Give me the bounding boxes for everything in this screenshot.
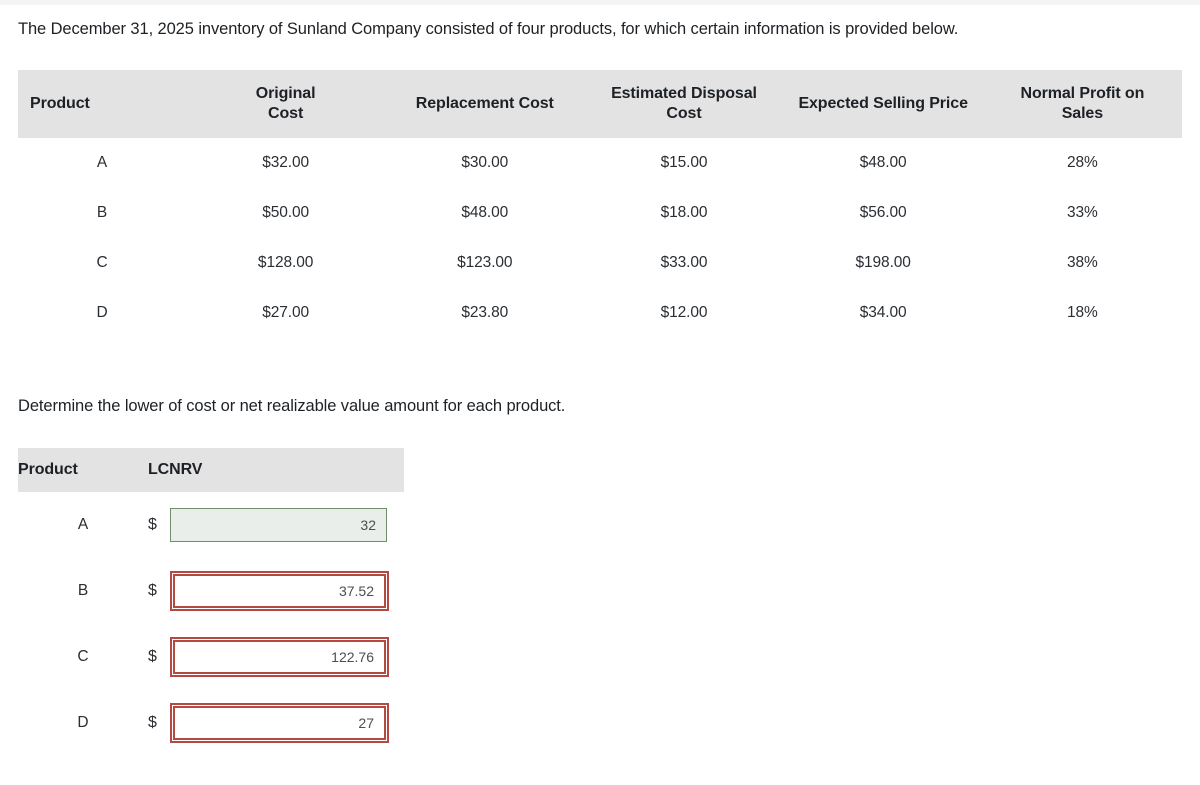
column-header-disposal-cost-line2: Cost: [666, 105, 702, 122]
lcnrv-input-product-c[interactable]: [170, 637, 389, 677]
lcnrv-input-product-d[interactable]: [170, 703, 389, 743]
product-data-table-body: A $32.00 $30.00 $15.00 $48.00 28% B $50.…: [18, 138, 1182, 338]
cell-selling-price: $34.00: [859, 304, 907, 321]
intro-paragraph: The December 31, 2025 inventory of Sunla…: [18, 20, 959, 38]
lcnrv-field-row: $: [148, 571, 404, 611]
column-header-product: Product: [18, 70, 186, 138]
table-row: C $128.00 $123.00 $33.00 $198.00 38%: [18, 238, 1182, 288]
cell-lcnrv-entry: $: [148, 558, 404, 624]
lcnrv-answer-table: Product LCNRV A $ B: [18, 448, 404, 756]
column-header-normal-profit-line1: Normal Profit on: [1020, 85, 1145, 102]
currency-symbol: $: [148, 648, 157, 665]
cell-answer-product: D: [77, 714, 89, 731]
cell-product: D: [96, 304, 108, 321]
currency-symbol: $: [148, 516, 157, 533]
cell-selling-price: $198.00: [855, 254, 911, 271]
column-header-normal-profit-line2: Sales: [1061, 105, 1104, 122]
cell-product: B: [96, 204, 108, 221]
cell-disposal-cost: $12.00: [660, 304, 708, 321]
lcnrv-field-row: $: [148, 703, 404, 743]
cell-replacement-cost: $123.00: [457, 254, 513, 271]
currency-symbol: $: [148, 582, 157, 599]
cell-answer-product: C: [77, 648, 89, 665]
cell-lcnrv-entry: $: [148, 492, 404, 558]
table-row: D $27.00 $23.80 $12.00 $34.00 18%: [18, 288, 1182, 338]
table-row: D $: [18, 690, 404, 756]
page-content: The December 31, 2025 inventory of Sunla…: [0, 5, 1200, 743]
column-header-original-cost: Original Cost: [186, 70, 386, 138]
cell-normal-profit: 33%: [1067, 204, 1098, 221]
cell-replacement-cost: $30.00: [461, 154, 509, 171]
lcnrv-answer-table-container: Product LCNRV A $ B: [18, 448, 404, 756]
lcnrv-input-product-b[interactable]: [170, 571, 389, 611]
cell-disposal-cost: $33.00: [660, 254, 708, 271]
cell-replacement-cost: $48.00: [461, 204, 509, 221]
product-data-table-container: Product Original Cost Replacement Cost E…: [18, 70, 1182, 338]
lcnrv-answer-table-body: A $ B $: [18, 492, 404, 756]
cell-selling-price: $56.00: [859, 204, 907, 221]
cell-original-cost: $128.00: [257, 254, 314, 271]
column-header-selling-price-line1: Expected Selling Price: [798, 95, 968, 112]
cell-answer-product: A: [77, 516, 89, 533]
lcnrv-field-row: $: [148, 508, 404, 542]
cell-disposal-cost: $15.00: [660, 154, 708, 171]
cell-answer-product: B: [77, 582, 89, 599]
cell-lcnrv-entry: $: [148, 624, 404, 690]
currency-symbol: $: [148, 714, 157, 731]
table-row: A $32.00 $30.00 $15.00 $48.00 28%: [18, 138, 1182, 188]
instruction-paragraph: Determine the lower of cost or net reali…: [18, 397, 566, 415]
lcnrv-input-product-a[interactable]: [170, 508, 387, 542]
cell-original-cost: $32.00: [262, 154, 309, 171]
cell-selling-price: $48.00: [859, 154, 907, 171]
column-header-selling-price: Expected Selling Price: [783, 70, 983, 138]
cell-normal-profit: 38%: [1067, 254, 1098, 271]
cell-product: A: [96, 154, 108, 171]
column-header-replacement-cost: Replacement Cost: [385, 70, 585, 138]
column-header-original-cost-line1: Original: [255, 85, 316, 102]
column-header-replacement-cost-line1: Replacement Cost: [415, 95, 554, 112]
cell-disposal-cost: $18.00: [660, 204, 708, 221]
cell-replacement-cost: $23.80: [461, 304, 509, 321]
table-row: B $50.00 $48.00 $18.00 $56.00 33%: [18, 188, 1182, 238]
lcnrv-answer-table-head: Product LCNRV: [18, 448, 404, 492]
column-header-normal-profit: Normal Profit on Sales: [982, 70, 1182, 138]
product-data-table-head: Product Original Cost Replacement Cost E…: [18, 70, 1182, 138]
cell-original-cost: $50.00: [262, 204, 309, 221]
table-header-row: Product LCNRV: [18, 448, 404, 492]
table-header-row: Product Original Cost Replacement Cost E…: [18, 70, 1182, 138]
column-header-disposal-cost: Estimated Disposal Cost: [584, 70, 784, 138]
column-header-lcnrv: LCNRV: [148, 448, 404, 492]
column-header-answer-product: Product: [18, 448, 148, 492]
cell-lcnrv-entry: $: [148, 690, 404, 756]
table-row: C $: [18, 624, 404, 690]
cell-normal-profit: 18%: [1067, 304, 1098, 321]
table-row: A $: [18, 492, 404, 558]
lcnrv-field-row: $: [148, 637, 404, 677]
column-header-disposal-cost-line1: Estimated Disposal: [611, 85, 757, 102]
cell-product: C: [96, 254, 108, 271]
cell-original-cost: $27.00: [262, 304, 309, 321]
table-row: B $: [18, 558, 404, 624]
column-header-original-cost-line2: Cost: [268, 105, 304, 122]
cell-normal-profit: 28%: [1067, 154, 1098, 171]
product-data-table: Product Original Cost Replacement Cost E…: [18, 70, 1182, 338]
